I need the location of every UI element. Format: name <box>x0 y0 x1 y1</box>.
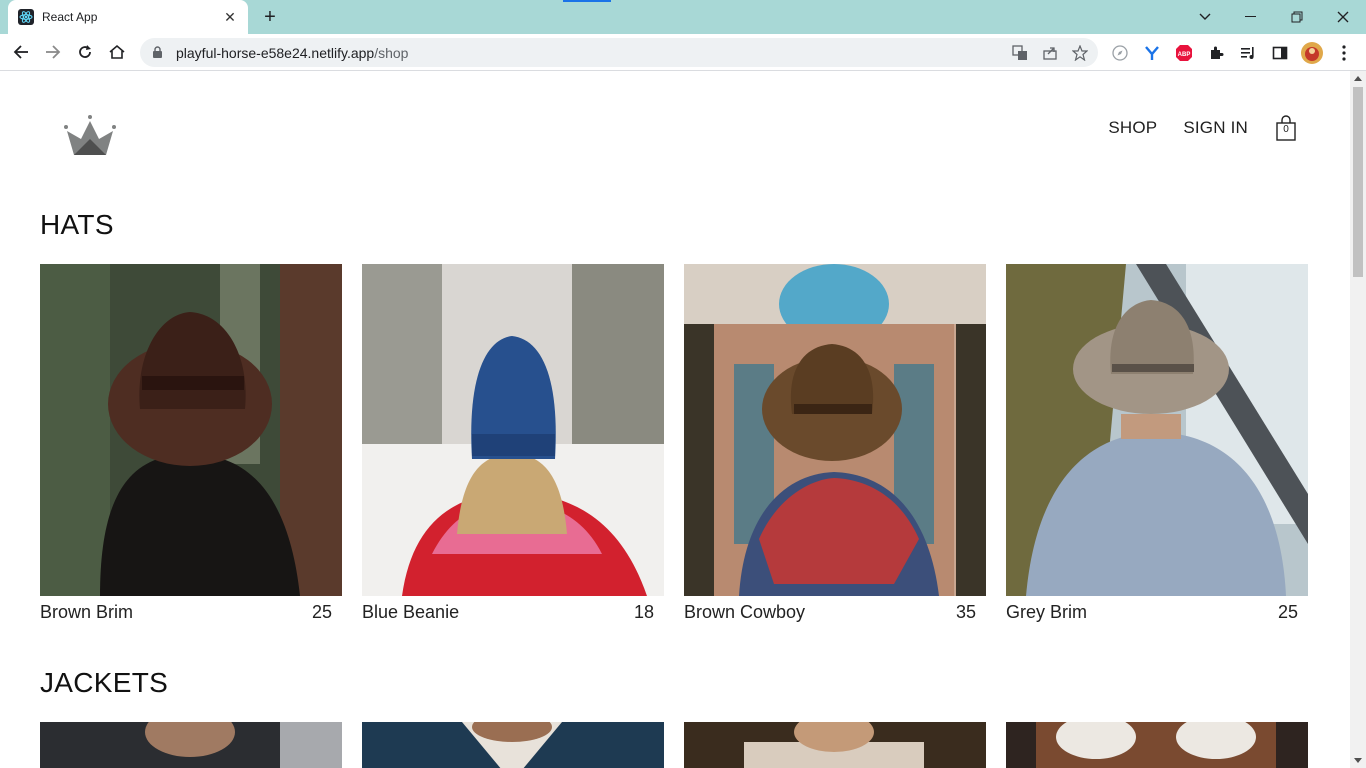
scroll-up-arrow-icon[interactable] <box>1354 76 1362 81</box>
product-price: 18 <box>633 602 654 622</box>
main-nav: SHOP SIGN IN 0 <box>1108 115 1298 141</box>
bookmark-star-icon[interactable] <box>1070 44 1090 62</box>
tab-search-icon[interactable] <box>1182 0 1228 34</box>
product-card[interactable]: Brown Brim 25 <box>40 264 342 623</box>
product-footer: Brown Cowboy 35 <box>684 596 986 623</box>
product-image-blue-beanie[interactable] <box>362 264 664 596</box>
product-image-jacket[interactable] <box>684 722 986 768</box>
side-panel-icon[interactable] <box>1269 42 1291 64</box>
profile-avatar[interactable] <box>1301 42 1323 64</box>
window-controls <box>1182 0 1366 34</box>
chrome-menu-icon[interactable] <box>1333 42 1355 64</box>
section-title-jackets[interactable]: JACKETS <box>40 667 168 699</box>
product-footer: Grey Brim 25 <box>1006 596 1308 623</box>
product-card[interactable] <box>40 722 342 768</box>
address-bar[interactable]: playful-horse-e58e24.netlify.app/shop <box>140 38 1098 67</box>
scroll-down-arrow-icon[interactable] <box>1354 758 1362 763</box>
browser-tab-strip: React App ✕ + <box>0 0 1366 34</box>
product-price: 25 <box>311 602 332 622</box>
crown-logo-icon[interactable] <box>62 115 118 157</box>
product-image-brown-brim[interactable] <box>40 264 342 596</box>
product-card[interactable]: Blue Beanie 18 <box>362 264 664 623</box>
share-icon[interactable] <box>1040 44 1060 62</box>
page-scrollbar[interactable] <box>1350 71 1366 768</box>
media-queue-icon[interactable] <box>1237 42 1259 64</box>
hats-grid: Brown Brim 25 Blue Beanie 18 Brown Cowbo… <box>40 264 1309 623</box>
product-image-grey-brim[interactable] <box>1006 264 1308 596</box>
shopping-bag-icon[interactable]: 0 <box>1274 115 1298 141</box>
tab-close-icon[interactable]: ✕ <box>222 9 238 25</box>
lock-icon[interactable] <box>152 46 166 59</box>
restore-button[interactable] <box>1274 0 1320 34</box>
product-footer: Brown Brim 25 <box>40 596 342 623</box>
scrollbar-thumb[interactable] <box>1353 87 1363 277</box>
tab-indicator <box>563 0 611 2</box>
product-card[interactable] <box>1006 722 1308 768</box>
new-tab-button[interactable]: + <box>258 5 282 29</box>
page-viewport: SHOP SIGN IN 0 HATS Brown Brim 25 Blue B… <box>0 71 1350 768</box>
product-name: Grey Brim <box>1006 602 1087 622</box>
product-name: Blue Beanie <box>362 602 460 622</box>
product-card[interactable]: Brown Cowboy 35 <box>684 264 986 623</box>
close-window-button[interactable] <box>1320 0 1366 34</box>
y-extension-icon[interactable] <box>1141 42 1163 64</box>
react-favicon-icon <box>18 9 34 25</box>
section-title-hats[interactable]: HATS <box>40 209 114 241</box>
home-icon[interactable] <box>104 39 130 65</box>
reload-icon[interactable] <box>72 39 98 65</box>
url-path: /shop <box>374 44 409 61</box>
nav-shop-link[interactable]: SHOP <box>1108 118 1157 138</box>
browser-tab[interactable]: React App ✕ <box>8 0 248 34</box>
minimize-button[interactable] <box>1228 0 1274 34</box>
product-footer: Blue Beanie 18 <box>362 596 664 623</box>
product-image-jacket[interactable] <box>40 722 342 768</box>
product-name: Brown Cowboy <box>684 602 806 622</box>
product-image-jacket[interactable] <box>1006 722 1308 768</box>
product-price: 35 <box>955 602 976 622</box>
cart-count: 0 <box>1283 124 1289 135</box>
jackets-grid <box>40 722 1309 768</box>
product-card[interactable]: Grey Brim 25 <box>1006 264 1308 623</box>
translate-icon[interactable] <box>1010 44 1030 62</box>
product-image-brown-cowboy[interactable] <box>684 264 986 596</box>
tab-title: React App <box>42 10 98 24</box>
product-name: Brown Brim <box>40 602 134 622</box>
forward-arrow-icon[interactable] <box>40 39 66 65</box>
compass-extension-icon[interactable] <box>1109 42 1131 64</box>
nav-sign-in-link[interactable]: SIGN IN <box>1183 118 1248 138</box>
product-image-jacket[interactable] <box>362 722 664 768</box>
adblock-plus-icon[interactable]: ABP <box>1173 42 1195 64</box>
browser-toolbar: playful-horse-e58e24.netlify.app/shop AB… <box>0 34 1366 71</box>
svg-text:ABP: ABP <box>1178 52 1191 58</box>
product-card[interactable] <box>684 722 986 768</box>
url-host: playful-horse-e58e24.netlify.app <box>176 44 375 61</box>
back-arrow-icon[interactable] <box>8 39 34 65</box>
product-card[interactable] <box>362 722 664 768</box>
puzzle-extensions-icon[interactable] <box>1205 42 1227 64</box>
product-price: 25 <box>1277 602 1298 622</box>
